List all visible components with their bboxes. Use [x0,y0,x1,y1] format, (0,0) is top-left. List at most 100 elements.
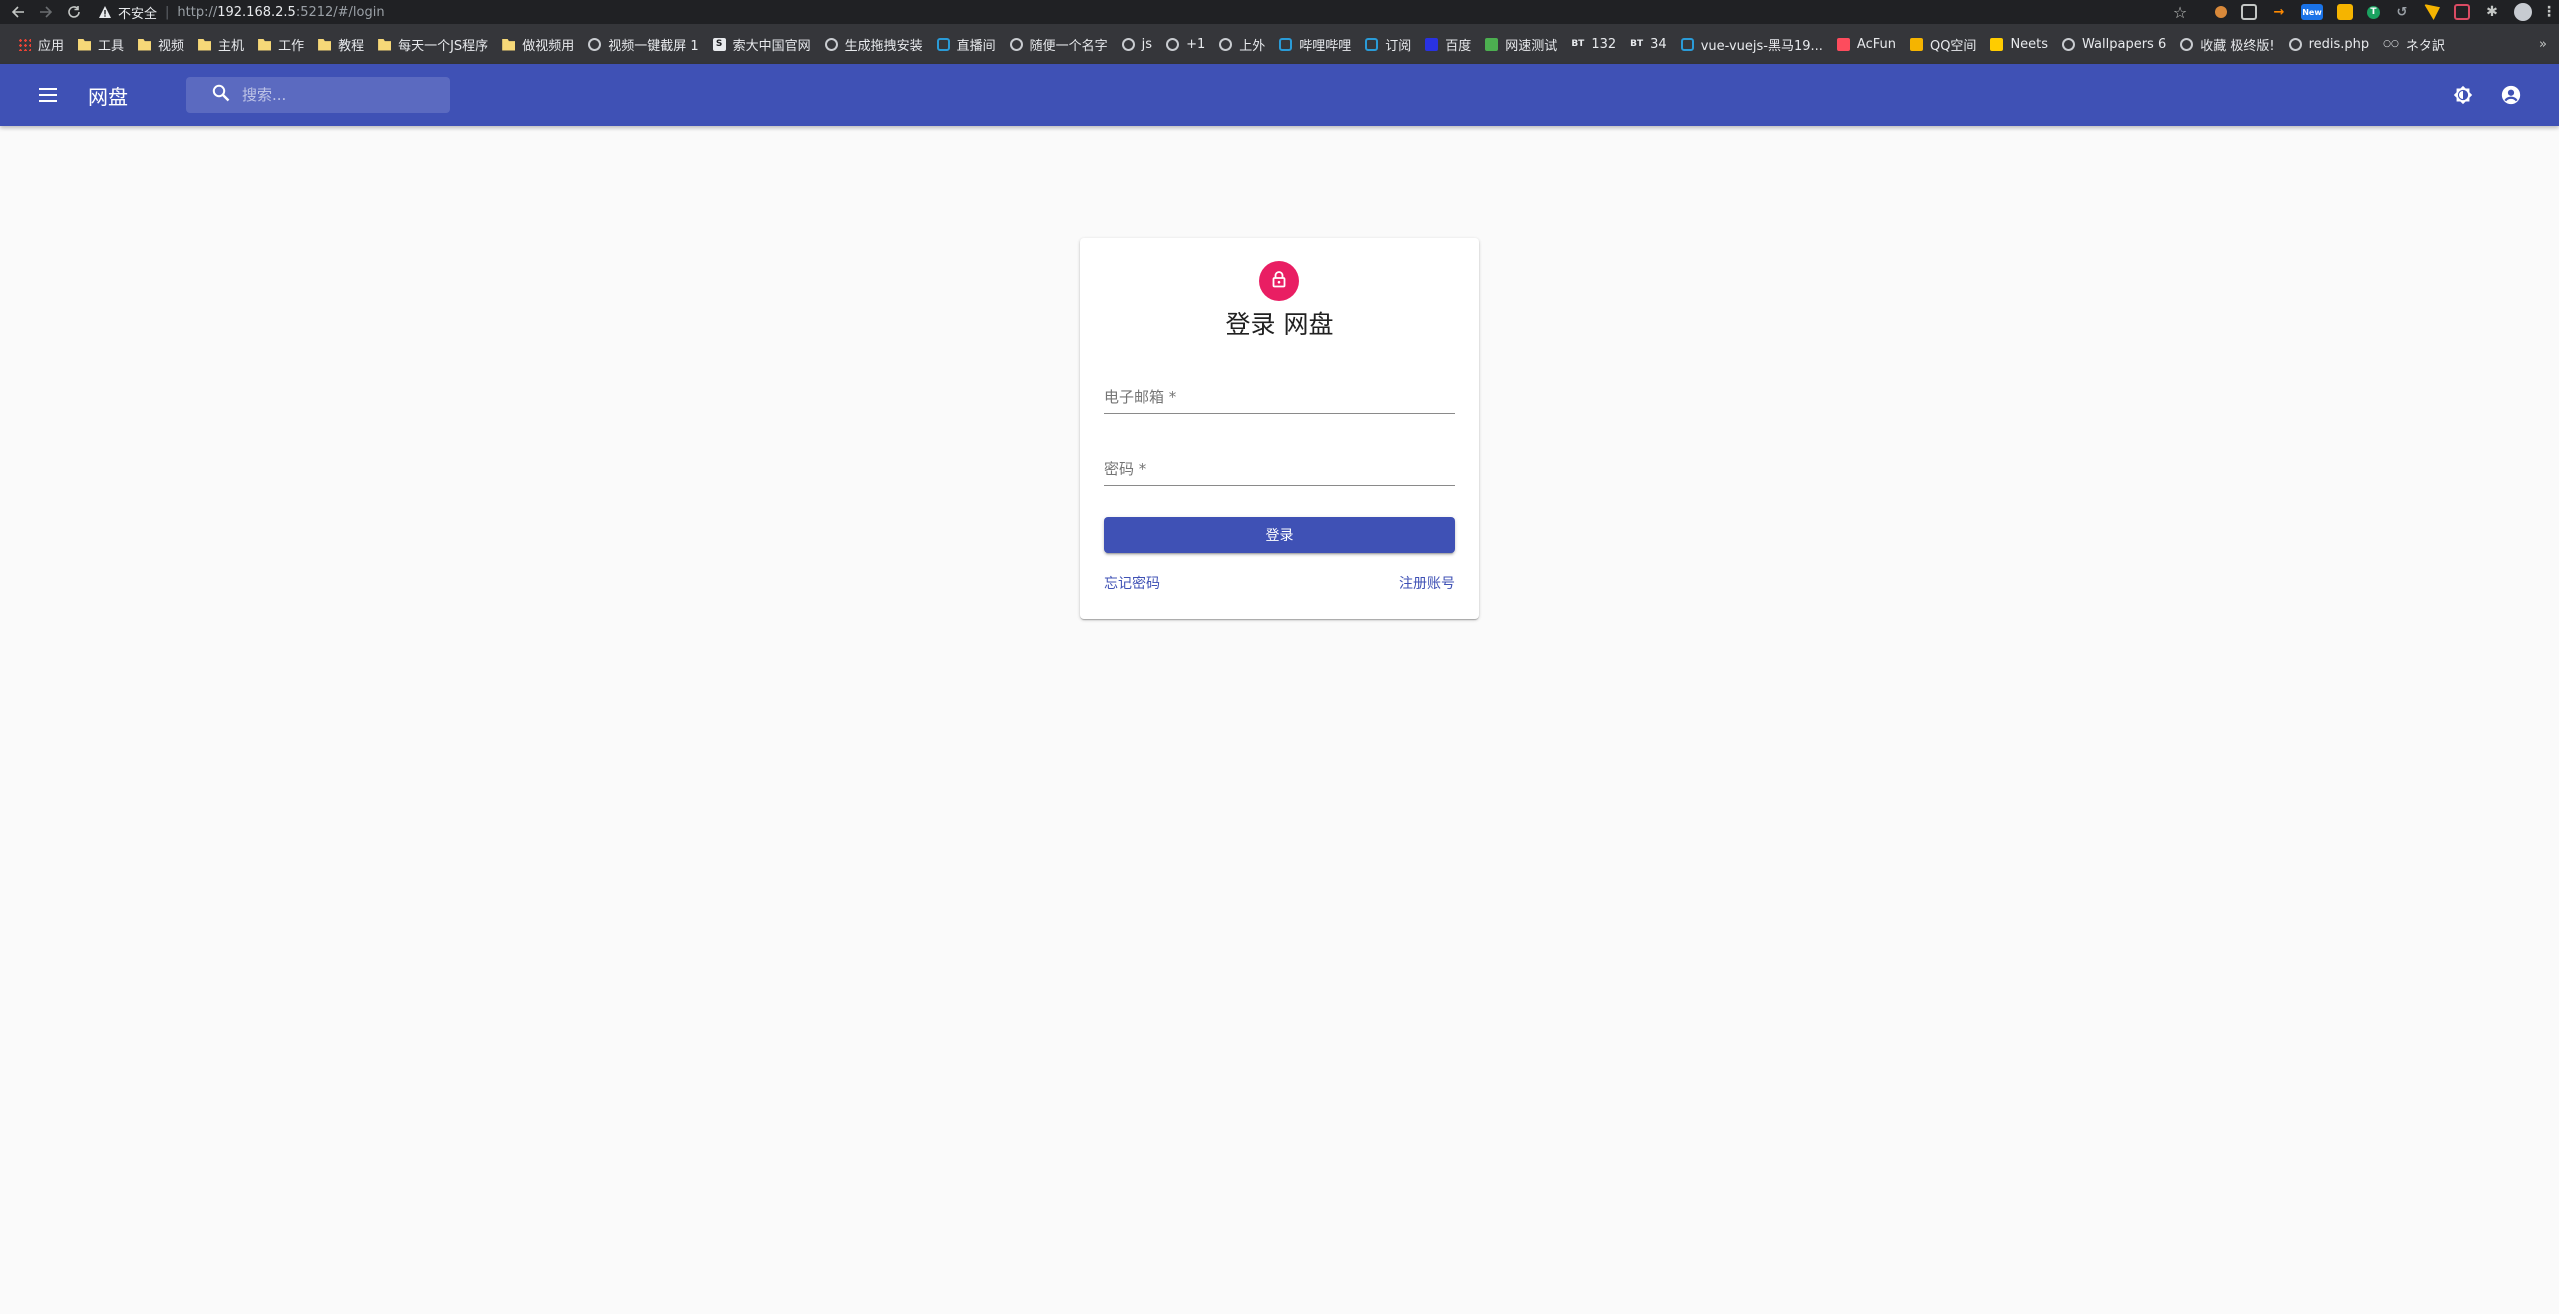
arrow-icon[interactable]: → [2271,4,2287,20]
game-icon[interactable] [2241,4,2257,20]
more-menu-icon[interactable]: ⋮ [2542,4,2556,20]
bookmark-item[interactable]: 教程 [312,32,370,56]
globe-icon [1009,37,1023,51]
forgot-password-link[interactable]: 忘记密码 [1104,573,1160,593]
reload-icon[interactable] [64,2,84,22]
tv-icon [936,37,950,51]
globe-icon [1121,37,1135,51]
bookmark-label: 工具 [98,38,125,54]
bookmark-item[interactable]: 生成拖拽安装 [819,32,929,56]
bookmark-item[interactable]: 工作 [252,32,310,56]
globe-icon [588,37,602,51]
warning-icon [98,5,112,19]
bookmarks-overflow-icon[interactable]: » [2539,24,2547,64]
account-icon[interactable] [2487,71,2535,119]
bookmark-item[interactable]: 随便一个名字 [1004,32,1114,56]
bookmark-item[interactable]: 应用 [12,32,70,56]
back-icon[interactable] [8,2,28,22]
folder-icon [198,39,212,51]
bookmark-item[interactable]: 视频一键截屏 1 [582,32,704,56]
folder-icon [258,39,272,51]
cookie-icon[interactable] [2215,6,2227,18]
bookmark-item[interactable]: 百度 [1419,32,1477,56]
bookmark-label: QQ空间 [1929,38,1977,54]
login-button[interactable]: 登录 [1104,517,1455,553]
bookmarks-bar: 应用 工具 视频 主机 工作 教程 每天一个JS程序 做视频用 视频一键截屏 1 S 索大中国官网 生… [0,24,2559,64]
bt-icon: BT [1630,39,1644,49]
bookmark-label: 百度 [1445,38,1472,54]
bookmark-label: ネタ訳 [2405,38,2445,54]
bookmark-item[interactable]: +1 [1160,32,1211,56]
bookmark-item[interactable]: 主机 [192,32,250,56]
extensions-icon[interactable]: ✱ [2484,4,2500,20]
bookmark-item[interactable]: 工具 [72,32,130,56]
bookmark-item[interactable]: BT 34 [1624,32,1673,56]
forward-icon[interactable] [36,2,56,22]
bookmark-item[interactable]: 直播间 [931,32,1002,56]
email-field[interactable]: 电子邮箱 * [1104,374,1455,414]
history-icon[interactable]: ↺ [2394,4,2410,20]
folder-icon [378,39,392,51]
bookmark-item[interactable]: 做视频用 [496,32,580,56]
password-field[interactable]: 密码 * [1104,446,1455,486]
bookmark-item[interactable]: Neets [1984,32,2054,56]
bookmark-label: 生成拖拽安装 [844,38,923,54]
bookmark-item[interactable]: QQ空间 [1904,32,1982,56]
bookmark-item[interactable]: js [1116,32,1158,56]
bookmark-item[interactable]: ○○ ネタ訳 [2377,32,2451,56]
globe-icon [2062,37,2076,51]
record-icon[interactable] [2454,4,2470,20]
bookmark-item[interactable]: 每天一个JS程序 [372,32,494,56]
login-card: 登录 网盘 电子邮箱 * 密码 * 登录 忘记密码 注册账号 [1080,238,1479,619]
search-box[interactable] [186,77,450,113]
bookmark-label: 工作 [278,38,305,54]
bookmark-item[interactable]: 上外 [1213,32,1271,56]
email-label: 电子邮箱 * [1104,388,1177,406]
bookmark-star-icon[interactable]: ☆ [2172,3,2188,22]
bookmark-item[interactable]: 网速测试 [1479,32,1563,56]
bookmark-item[interactable]: AcFun [1831,32,1902,56]
bookmark-label: 网速测试 [1505,38,1558,54]
address-bar[interactable]: 不安全 | http:// 192.168.2.5 :5212/#/login [98,1,385,23]
bt-icon: BT [1571,39,1585,49]
bookmark-label: 订阅 [1385,38,1412,54]
bookmark-item[interactable]: 视频 [132,32,190,56]
bookmark-label: 每天一个JS程序 [398,38,489,54]
bookmark-item[interactable]: S 索大中国官网 [707,32,817,56]
new-badge-icon[interactable]: New [2301,4,2323,20]
bookmark-item[interactable]: 哔哩哔哩 [1273,32,1357,56]
bookmark-label: 教程 [338,38,365,54]
neta-icon: ○○ [2383,39,2399,49]
translate-icon[interactable]: T [2367,5,2380,19]
chat-icon[interactable] [2424,4,2440,20]
bookmark-item[interactable]: redis.php [2283,32,2376,56]
globe-icon [1219,37,1233,51]
bookmark-label: 34 [1650,36,1667,52]
folder-icon [78,39,92,51]
profile-avatar-icon[interactable] [2514,3,2532,21]
url-scheme: http:// [177,4,218,20]
security-label[interactable]: 不安全 [118,3,157,22]
bookmark-item[interactable]: BT 132 [1565,32,1622,56]
search-input[interactable] [242,86,442,104]
bookmark-item[interactable]: 收藏 极终版! [2174,32,2280,56]
bookmark-label: js [1141,36,1153,52]
note-icon[interactable] [2337,4,2353,20]
bookmark-label: 视频一键截屏 1 [608,38,699,54]
appbar-actions [2439,71,2535,119]
bookmark-item[interactable]: Wallpapers 6 [2056,32,2172,56]
register-link[interactable]: 注册账号 [1399,573,1455,593]
bookmark-label: 做视频用 [522,38,575,54]
bookmark-label: 主机 [218,38,245,54]
globe-icon [1166,37,1180,51]
bookmark-item[interactable]: 订阅 [1359,32,1417,56]
menu-icon[interactable] [24,71,72,119]
brightness-icon[interactable] [2439,71,2487,119]
bookmark-label: 随便一个名字 [1029,38,1108,54]
neets-icon [1990,37,2004,51]
search-icon [212,84,230,106]
bookmark-item[interactable]: vue-vuejs-黑马19... [1675,32,1829,56]
bookmark-label: 应用 [38,38,65,54]
star-icon [1909,37,1923,51]
apps-icon [18,37,31,51]
